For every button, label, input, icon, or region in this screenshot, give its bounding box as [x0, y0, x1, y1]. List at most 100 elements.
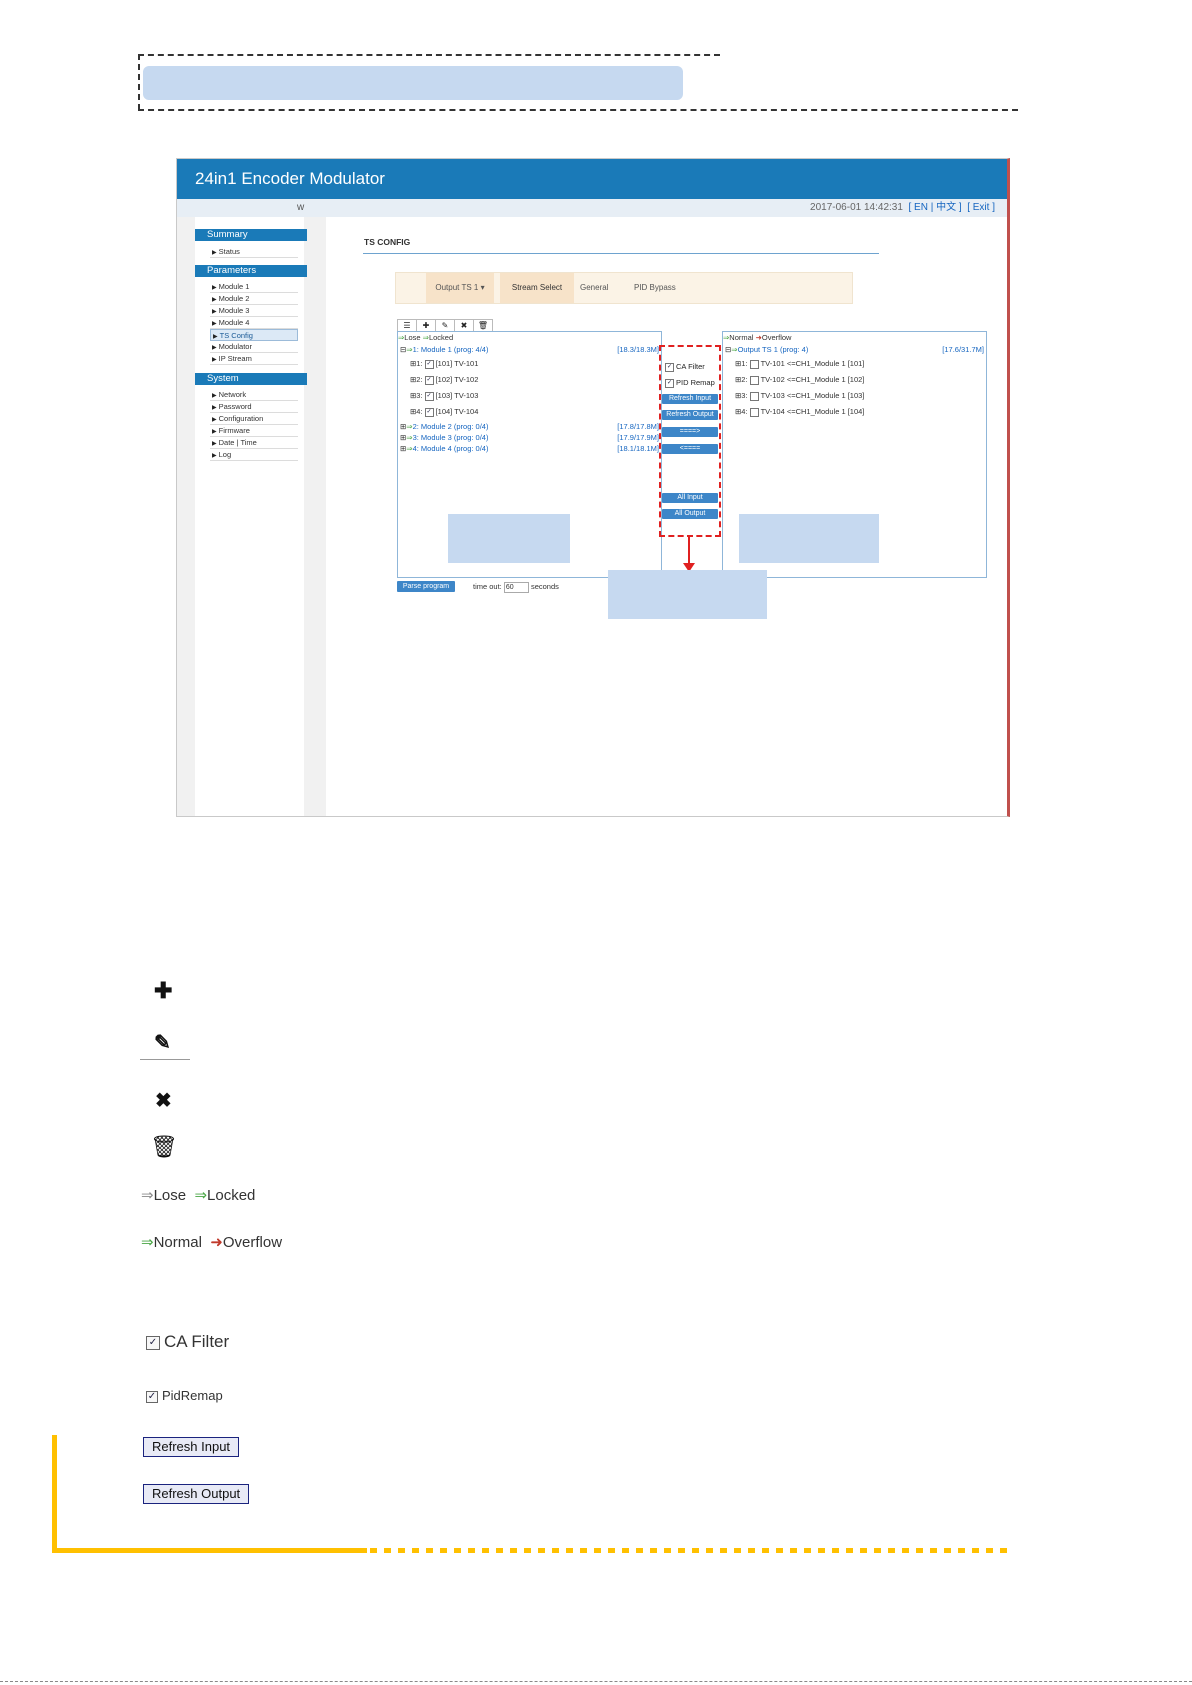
header-dashed-top [138, 54, 720, 56]
sidebar-heading-system: System [195, 373, 307, 385]
sidebar-item-module-4[interactable]: ▶ Module 4 [210, 317, 298, 329]
tree-row-program[interactable]: ⊞2: ✓ [102] TV-102 [410, 375, 478, 385]
input-tree-panel: ⇒Lose ⇒Locked ⊟⇒1: Module 1 (prog: 4/4) … [397, 331, 662, 578]
sidebar-item-module-1[interactable]: ▶ Module 1 [210, 281, 298, 293]
arrow-locked-icon: ⇒ [194, 1187, 208, 1204]
tree-row-program[interactable]: ⊞4: ✓ [104] TV-104 [410, 407, 478, 417]
sidebar-item-modulator[interactable]: ▶ Modulator [210, 341, 298, 353]
datetime: 2017-06-01 14:42:31 [810, 202, 903, 213]
tree-row-module-3[interactable]: ⊞⇒3: Module 3 (prog: 0/4) [400, 433, 488, 443]
sidebar-item-date-time[interactable]: ▶ Date | Time [210, 437, 298, 449]
checkbox-checked: ✓ [146, 1335, 160, 1350]
tab-bar: Output TS 1 ▾ Stream Select General PID … [395, 272, 853, 304]
app-title: 24in1 Encoder Modulator [177, 159, 1007, 199]
checkbox-unchecked[interactable] [749, 359, 759, 369]
tree-row-output-program[interactable]: ⊞4: TV-104 <=CH1_Module 1 [104] [735, 407, 864, 417]
status-bar: w 2017-06-01 14:42:31 [ EN | 中文 ] [ Exit… [177, 199, 1007, 217]
pid-remap-checkbox[interactable]: ✓ PID Remap [663, 378, 715, 388]
module-2-rate: [17.8/17.8M] [617, 422, 659, 431]
legend-ca-filter: ✓ CA Filter [146, 1332, 229, 1352]
triangle-icon: ▶ [212, 417, 217, 423]
checkbox-unchecked[interactable] [749, 391, 759, 401]
language-links[interactable]: [ EN | 中文 ] [908, 202, 961, 213]
all-input-button[interactable]: All Input [662, 493, 718, 503]
triangle-icon: ▶ [212, 285, 217, 291]
tab-stream-select[interactable]: Stream Select [500, 273, 574, 303]
exit-link[interactable]: [ Exit ] [967, 202, 995, 213]
all-output-button[interactable]: All Output [662, 509, 718, 519]
checkbox-unchecked[interactable] [749, 407, 759, 417]
yellow-frame-dotted [370, 1548, 1010, 1553]
triangle-icon: ▶ [212, 321, 217, 327]
output-ts-dropdown[interactable]: Output TS 1 ▾ [426, 273, 494, 303]
checkbox-unchecked[interactable] [749, 375, 759, 385]
tree-row-module-1[interactable]: ⊟⇒1: Module 1 (prog: 4/4) [400, 345, 488, 355]
timeout-input[interactable]: 60 [503, 581, 529, 593]
checkbox-checked[interactable]: ✓ [424, 375, 434, 385]
pencil-icon: ✎ [154, 1032, 171, 1054]
triangle-icon: ▶ [212, 441, 217, 447]
status-left: w [297, 202, 305, 213]
sidebar-heading-summary: Summary [195, 229, 307, 241]
sidebar-item-log[interactable]: ▶ Log [210, 449, 298, 461]
header-dashed-left [138, 54, 140, 110]
ca-filter-checkbox[interactable]: ✓ CA Filter [663, 362, 705, 372]
triangle-icon: ▶ [212, 345, 217, 351]
highlight-box-input [448, 514, 570, 563]
tree-row-output-ts[interactable]: ⊟⇒Output TS 1 (prog: 4) [725, 345, 808, 355]
triangle-icon: ▶ [212, 393, 217, 399]
plus-icon: ✚ [154, 978, 173, 1003]
parse-program-button[interactable]: Parse program [397, 581, 455, 592]
header-dashed-bottom [138, 109, 1018, 111]
legend-refresh-input-button: Refresh Input [143, 1437, 240, 1457]
arrow-lose-icon: ⇒ [141, 1187, 154, 1204]
ui-screenshot: 24in1 Encoder Modulator w 2017-06-01 14:… [176, 158, 1010, 817]
page-footer-line [0, 1681, 1192, 1682]
move-right-button[interactable]: ====> [662, 427, 718, 437]
sidebar-item-status[interactable]: ▶ Status [210, 246, 298, 258]
panel-legend-input: ⇒Lose ⇒Locked [398, 333, 454, 342]
triangle-icon: ▶ [212, 250, 217, 256]
tree-row-output-program[interactable]: ⊞3: TV-103 <=CH1_Module 1 [103] [735, 391, 864, 401]
pencil-underline [140, 1059, 190, 1060]
sidebar-gutter [304, 217, 326, 816]
page-title: TS CONFIG [364, 237, 411, 247]
sidebar-item-network[interactable]: ▶ Network [210, 389, 298, 401]
yellow-frame-bottom [52, 1548, 367, 1553]
sidebar-item-ts-config[interactable]: ▶ TS Config [210, 329, 298, 341]
triangle-icon: ▶ [212, 429, 217, 435]
sidebar-item-ip-stream[interactable]: ▶ IP Stream [210, 353, 298, 365]
tree-row-output-program[interactable]: ⊞1: TV-101 <=CH1_Module 1 [101] [735, 359, 864, 369]
checkbox-checked[interactable]: ✓ [665, 362, 674, 372]
tree-row-program[interactable]: ⊞1: ✓ [101] TV-101 [410, 359, 478, 369]
sidebar-item-module-2[interactable]: ▶ Module 2 [210, 293, 298, 305]
status-right: 2017-06-01 14:42:31 [ EN | 中文 ] [ Exit ] [810, 199, 995, 217]
tab-general[interactable]: General [580, 273, 608, 303]
tree-row-program[interactable]: ⊞3: ✓ [103] TV-103 [410, 391, 478, 401]
tab-pid-bypass[interactable]: PID Bypass [634, 273, 676, 303]
triangle-icon: ▶ [212, 297, 217, 303]
triangle-icon: ▶ [212, 357, 217, 363]
yellow-frame-left [52, 1435, 57, 1553]
module-4-rate: [18.1/18.1M] [617, 444, 659, 453]
checkbox-checked: ✓ [146, 1390, 158, 1403]
title-underline [363, 253, 879, 254]
triangle-icon: ▶ [212, 453, 217, 459]
x-icon: ✖ [155, 1090, 172, 1112]
tree-row-output-program[interactable]: ⊞2: TV-102 <=CH1_Module 1 [102] [735, 375, 864, 385]
sidebar-item-firmware[interactable]: ▶ Firmware [210, 425, 298, 437]
sidebar-item-password[interactable]: ▶ Password [210, 401, 298, 413]
checkbox-checked[interactable]: ✓ [424, 359, 434, 369]
checkbox-checked[interactable]: ✓ [424, 391, 434, 401]
tree-row-module-2[interactable]: ⊞⇒2: Module 2 (prog: 0/4) [400, 422, 488, 432]
left-gutter [177, 217, 195, 816]
sidebar-item-module-3[interactable]: ▶ Module 3 [210, 305, 298, 317]
checkbox-checked[interactable]: ✓ [424, 407, 434, 417]
refresh-output-button[interactable]: Refresh Output [662, 410, 718, 420]
refresh-input-button[interactable]: Refresh Input [662, 394, 718, 404]
checkbox-checked[interactable]: ✓ [665, 378, 674, 388]
tree-row-module-4[interactable]: ⊞⇒4: Module 4 (prog: 0/4) [400, 444, 488, 454]
panel-legend-output: ⇒Normal ➜Overflow [723, 333, 792, 342]
sidebar-item-configuration[interactable]: ▶ Configuration [210, 413, 298, 425]
move-left-button[interactable]: <==== [662, 444, 718, 454]
